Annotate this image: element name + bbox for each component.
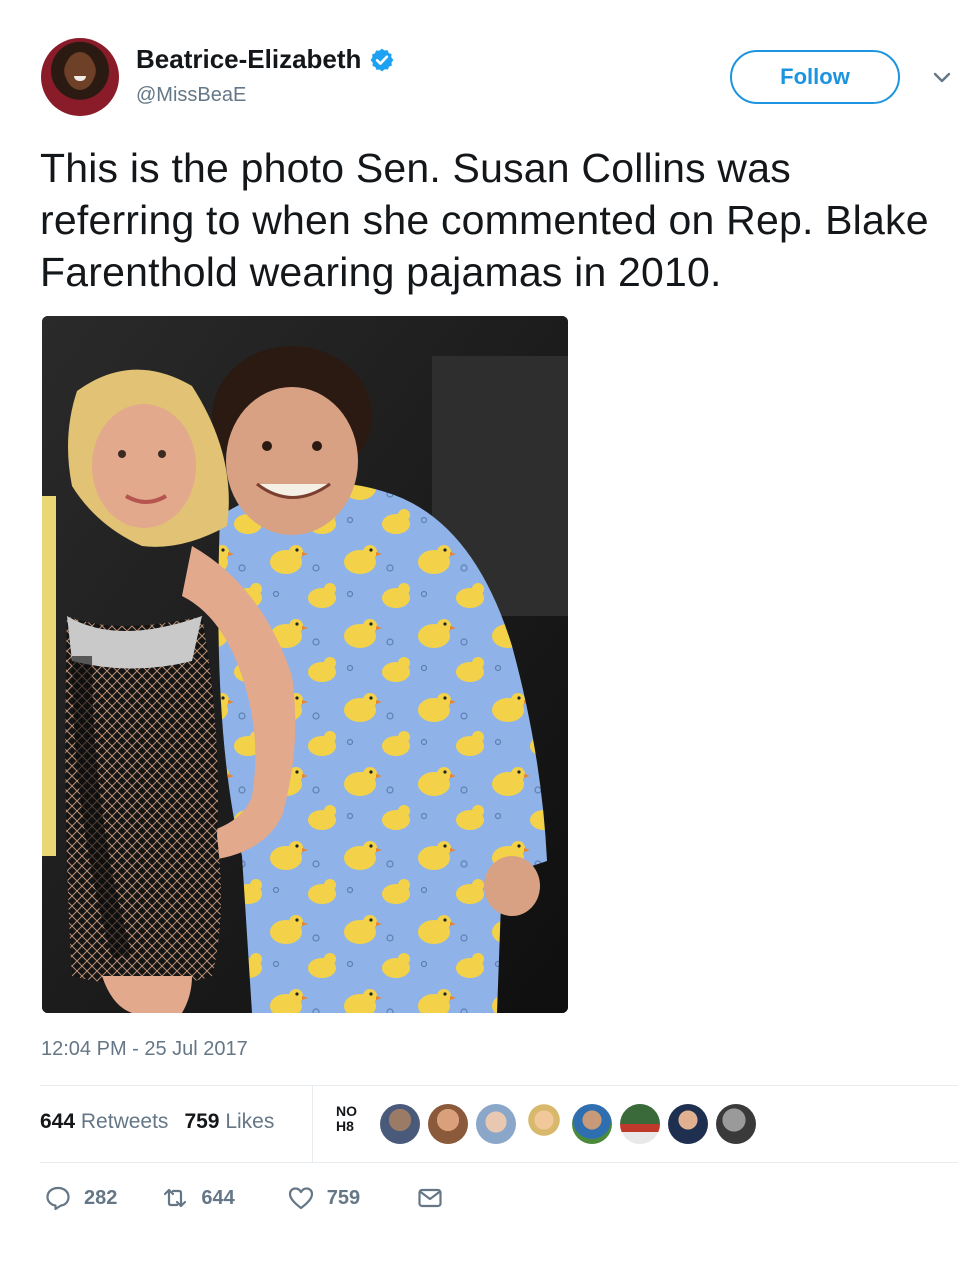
divider-top	[40, 1085, 958, 1086]
reply-icon	[46, 1186, 70, 1211]
verified-badge-icon	[371, 48, 394, 71]
liker-avatar[interactable]	[620, 1104, 660, 1144]
direct-message-action[interactable]	[416, 1184, 444, 1212]
author-avatar[interactable]	[41, 38, 119, 116]
author-display-name[interactable]: Beatrice-Elizabeth	[136, 44, 361, 75]
like-action[interactable]: 759	[287, 1184, 360, 1212]
liker-avatar[interactable]	[668, 1104, 708, 1144]
retweets-count: 644	[40, 1110, 76, 1133]
liker-avatar[interactable]	[428, 1104, 468, 1144]
liker-avatar[interactable]	[476, 1104, 516, 1144]
retweet-action[interactable]: 644	[161, 1184, 235, 1212]
noh8-line1: NO	[336, 1103, 357, 1119]
avatar-face	[65, 52, 95, 90]
engagement-stats: 644 Retweets 759 Likes	[40, 1110, 274, 1134]
likes-label: Likes	[225, 1110, 275, 1133]
divider-bottom	[40, 1162, 958, 1163]
chevron-down-icon[interactable]	[928, 68, 956, 88]
liker-avatar[interactable]	[380, 1104, 420, 1144]
noh8-badge: NO H8	[336, 1104, 370, 1144]
liker-avatar[interactable]	[524, 1104, 564, 1144]
like-count: 759	[326, 1186, 361, 1209]
reply-action[interactable]: 282	[44, 1184, 117, 1212]
heart-icon	[288, 1187, 313, 1210]
author-handle[interactable]: @MissBeaE	[136, 84, 246, 107]
retweets-stat[interactable]: 644 Retweets	[40, 1110, 168, 1133]
likes-stat[interactable]: 759 Likes	[184, 1110, 274, 1133]
retweet-count: 644	[201, 1186, 235, 1209]
noh8-line2: H8	[336, 1118, 354, 1134]
reply-count: 282	[84, 1186, 118, 1209]
retweet-icon	[164, 1188, 187, 1208]
author-display-name-row[interactable]: Beatrice-Elizabeth	[136, 44, 395, 75]
tweet-text: This is the photo Sen. Susan Collins was…	[40, 145, 929, 295]
follow-button[interactable]: Follow	[730, 50, 900, 104]
photo-illustration	[42, 316, 568, 1013]
tweet-actions: 282 644 759	[44, 1184, 444, 1212]
liker-avatar[interactable]	[572, 1104, 612, 1144]
tweet-photo[interactable]	[42, 316, 568, 1013]
liker-avatars	[380, 1104, 756, 1144]
direct-message-icon	[418, 1188, 442, 1208]
liker-avatar[interactable]	[716, 1104, 756, 1144]
retweets-label: Retweets	[80, 1110, 169, 1133]
stats-separator	[312, 1086, 313, 1162]
tweet-timestamp[interactable]: 12:04 PM - 25 Jul 2017	[41, 1038, 248, 1061]
likes-count: 759	[184, 1110, 220, 1133]
